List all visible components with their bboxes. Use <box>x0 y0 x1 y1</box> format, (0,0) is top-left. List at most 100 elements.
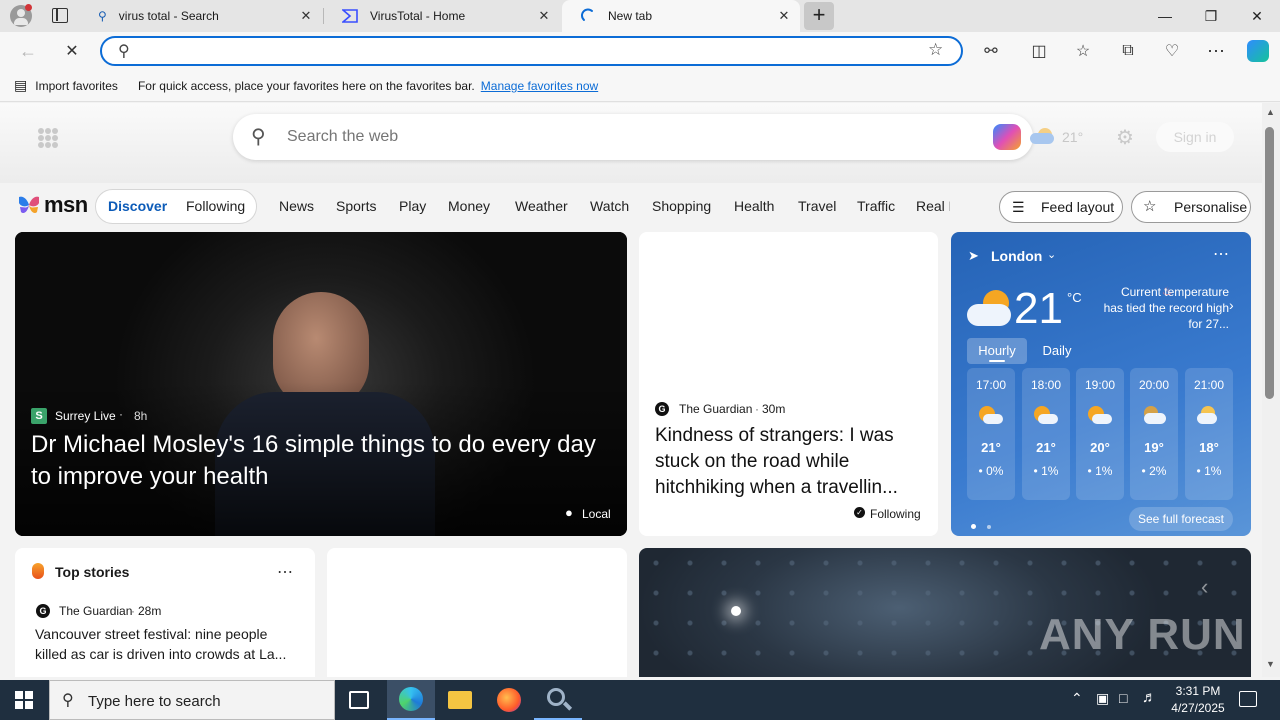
windows-start-icon[interactable] <box>15 691 33 709</box>
hero-headline[interactable]: Dr Michael Mosley's 16 simple things to … <box>31 429 621 493</box>
nav-travel[interactable]: Travel <box>798 196 836 216</box>
top-story-headline[interactable]: Vancouver street festival: nine people k… <box>35 624 299 664</box>
temp-unit: °C <box>1067 290 1082 305</box>
page-settings-icon[interactable]: ⚙ <box>1116 125 1134 150</box>
guardian-logo-icon: G <box>36 604 50 618</box>
tab-new-tab[interactable]: New tab ✕ <box>562 0 800 32</box>
story-headline[interactable]: Kindness of strangers: I was stuck on th… <box>655 423 931 501</box>
taskbar-search-placeholder: Type here to search <box>88 693 221 710</box>
pagination-dots[interactable] <box>971 517 991 532</box>
close-tab-icon[interactable]: ✕ <box>298 8 314 24</box>
weather-mini-icon[interactable] <box>1030 128 1056 144</box>
tab-virus-total-search[interactable]: ⚲ virus total - Search ✕ <box>84 0 322 32</box>
see-full-forecast-button[interactable]: See full forecast <box>1129 507 1233 531</box>
tab-title: New tab <box>608 9 653 23</box>
edge-taskbar-icon[interactable] <box>387 680 435 720</box>
web-search-input[interactable] <box>287 125 967 149</box>
hour-time: 21:00 <box>1193 378 1225 392</box>
close-window-icon[interactable]: ✕ <box>1234 0 1280 32</box>
nav-play[interactable]: Play <box>399 196 426 216</box>
sparkle-star-icon: ☆ <box>1143 198 1157 215</box>
nav-real-estate[interactable]: Real E <box>916 196 950 216</box>
personalise-label: Personalise <box>1174 199 1248 215</box>
tab-virustotal-home[interactable]: VirusTotal - Home ✕ <box>324 0 560 32</box>
hour-column[interactable]: 18:00 21° • 1% <box>1022 368 1070 500</box>
stop-loading-icon[interactable]: ✕ <box>58 37 86 65</box>
raindrop-icon: • <box>1196 464 1201 478</box>
split-screen-icon[interactable]: ◫ <box>1025 37 1053 65</box>
nav-weather[interactable]: Weather <box>515 196 568 216</box>
weather-city[interactable]: London <box>991 248 1042 264</box>
chevron-up-icon[interactable]: ⌃ <box>1071 690 1083 707</box>
hour-column[interactable]: 21:00 18° • 1% <box>1185 368 1233 500</box>
device-icon[interactable]: ▣ <box>1096 690 1109 707</box>
hour-column[interactable]: 19:00 20° • 1% <box>1076 368 1124 500</box>
more-options-icon[interactable]: ⋯ <box>1213 244 1229 264</box>
partly-cloudy-night-icon <box>1197 406 1221 424</box>
chevron-right-icon[interactable]: › <box>1229 297 1234 313</box>
favorite-star-icon[interactable]: ☆ <box>928 40 943 60</box>
more-options-icon[interactable]: ⋯ <box>277 562 293 582</box>
network-icon[interactable]: □ <box>1119 690 1127 706</box>
import-favorites-button[interactable]: Import favorites <box>35 79 118 93</box>
file-explorer-icon[interactable] <box>448 691 472 709</box>
address-bar[interactable]: ⚲ ☆ <box>100 36 963 66</box>
restore-icon[interactable]: ❐ <box>1188 0 1234 32</box>
nav-traffic[interactable]: Traffic <box>857 196 895 216</box>
notifications-icon[interactable] <box>1239 691 1257 707</box>
volume-icon[interactable]: ♬ <box>1142 689 1157 706</box>
nav-news[interactable]: News <box>279 196 314 216</box>
manage-favorites-link[interactable]: Manage favorites now <box>481 79 598 93</box>
scrollbar[interactable]: ▲ ▼ <box>1262 103 1280 677</box>
back-icon[interactable]: ← <box>14 37 42 65</box>
task-view-icon[interactable] <box>349 691 369 709</box>
new-tab-button[interactable]: + <box>804 2 834 30</box>
taskbar-search-box[interactable]: ⚲ Type here to search <box>49 680 335 720</box>
nav-sports[interactable]: Sports <box>336 196 376 216</box>
settings-more-icon[interactable]: ⋯ <box>1202 37 1230 65</box>
placeholder-card <box>327 548 627 677</box>
firefox-icon[interactable] <box>497 688 521 712</box>
clock[interactable]: 3:31 PM 4/27/2025 <box>1166 683 1230 717</box>
msn-logo[interactable]: msn <box>16 192 88 218</box>
daily-tab[interactable]: Daily <box>1029 338 1085 364</box>
search-app-icon[interactable] <box>534 680 582 720</box>
source-logo-icon: S <box>31 408 47 424</box>
collections-icon[interactable]: ⧉ <box>1114 37 1142 65</box>
chevron-down-icon[interactable]: ⌄ <box>1047 248 1056 261</box>
hour-column[interactable]: 17:00 21° • 0% <box>967 368 1015 500</box>
story-card[interactable]: G The Guardian · 30m Kindness of strange… <box>639 232 938 536</box>
image-story-card[interactable]: ‹ ANY RUN <box>639 548 1251 677</box>
nav-money[interactable]: Money <box>448 196 490 216</box>
hour-column[interactable]: 20:00 19° • 2% <box>1130 368 1178 500</box>
nav-health[interactable]: Health <box>734 196 774 216</box>
browser-essentials-icon[interactable]: ♡ <box>1158 37 1186 65</box>
nav-watch[interactable]: Watch <box>590 196 629 216</box>
flame-icon <box>32 563 44 579</box>
close-tab-icon[interactable]: ✕ <box>776 8 792 24</box>
carousel-prev-icon[interactable]: ‹ <box>1201 574 1208 600</box>
search-favicon-icon: ⚲ <box>98 9 107 23</box>
web-search-box[interactable]: ⚲ <box>233 114 1033 160</box>
feed-layout-button[interactable]: ☰ Feed layout <box>999 191 1123 223</box>
profile-avatar-icon[interactable] <box>10 4 32 27</box>
copilot-icon[interactable] <box>1244 37 1272 65</box>
personalise-button[interactable]: ☆ Personalise <box>1131 191 1251 223</box>
hero-story-card[interactable]: S Surrey Live 8h · Dr Michael Mosley's 1… <box>15 232 627 536</box>
apps-grid-icon[interactable] <box>38 128 58 148</box>
tab-following[interactable]: Following <box>186 196 245 216</box>
close-tab-icon[interactable]: ✕ <box>536 8 552 24</box>
hour-precip: 0% <box>986 464 1004 478</box>
hour-time: 19:00 <box>1084 378 1116 392</box>
weather-note[interactable]: Current temperature has tied the record … <box>1101 284 1229 332</box>
extensions-icon[interactable]: ⚯ <box>977 37 1005 65</box>
favorites-icon[interactable]: ☆ <box>1069 37 1097 65</box>
copilot-search-icon[interactable] <box>993 124 1021 150</box>
minimize-icon[interactable]: — <box>1142 0 1188 32</box>
tab-actions-icon[interactable] <box>52 8 68 23</box>
tab-strip: ⚲ virus total - Search ✕ VirusTotal - Ho… <box>0 0 1280 32</box>
local-tag: Local <box>582 507 611 521</box>
sign-in-button[interactable]: Sign in <box>1156 122 1234 152</box>
nav-shopping[interactable]: Shopping <box>652 196 711 216</box>
tab-discover[interactable]: Discover <box>108 196 167 216</box>
